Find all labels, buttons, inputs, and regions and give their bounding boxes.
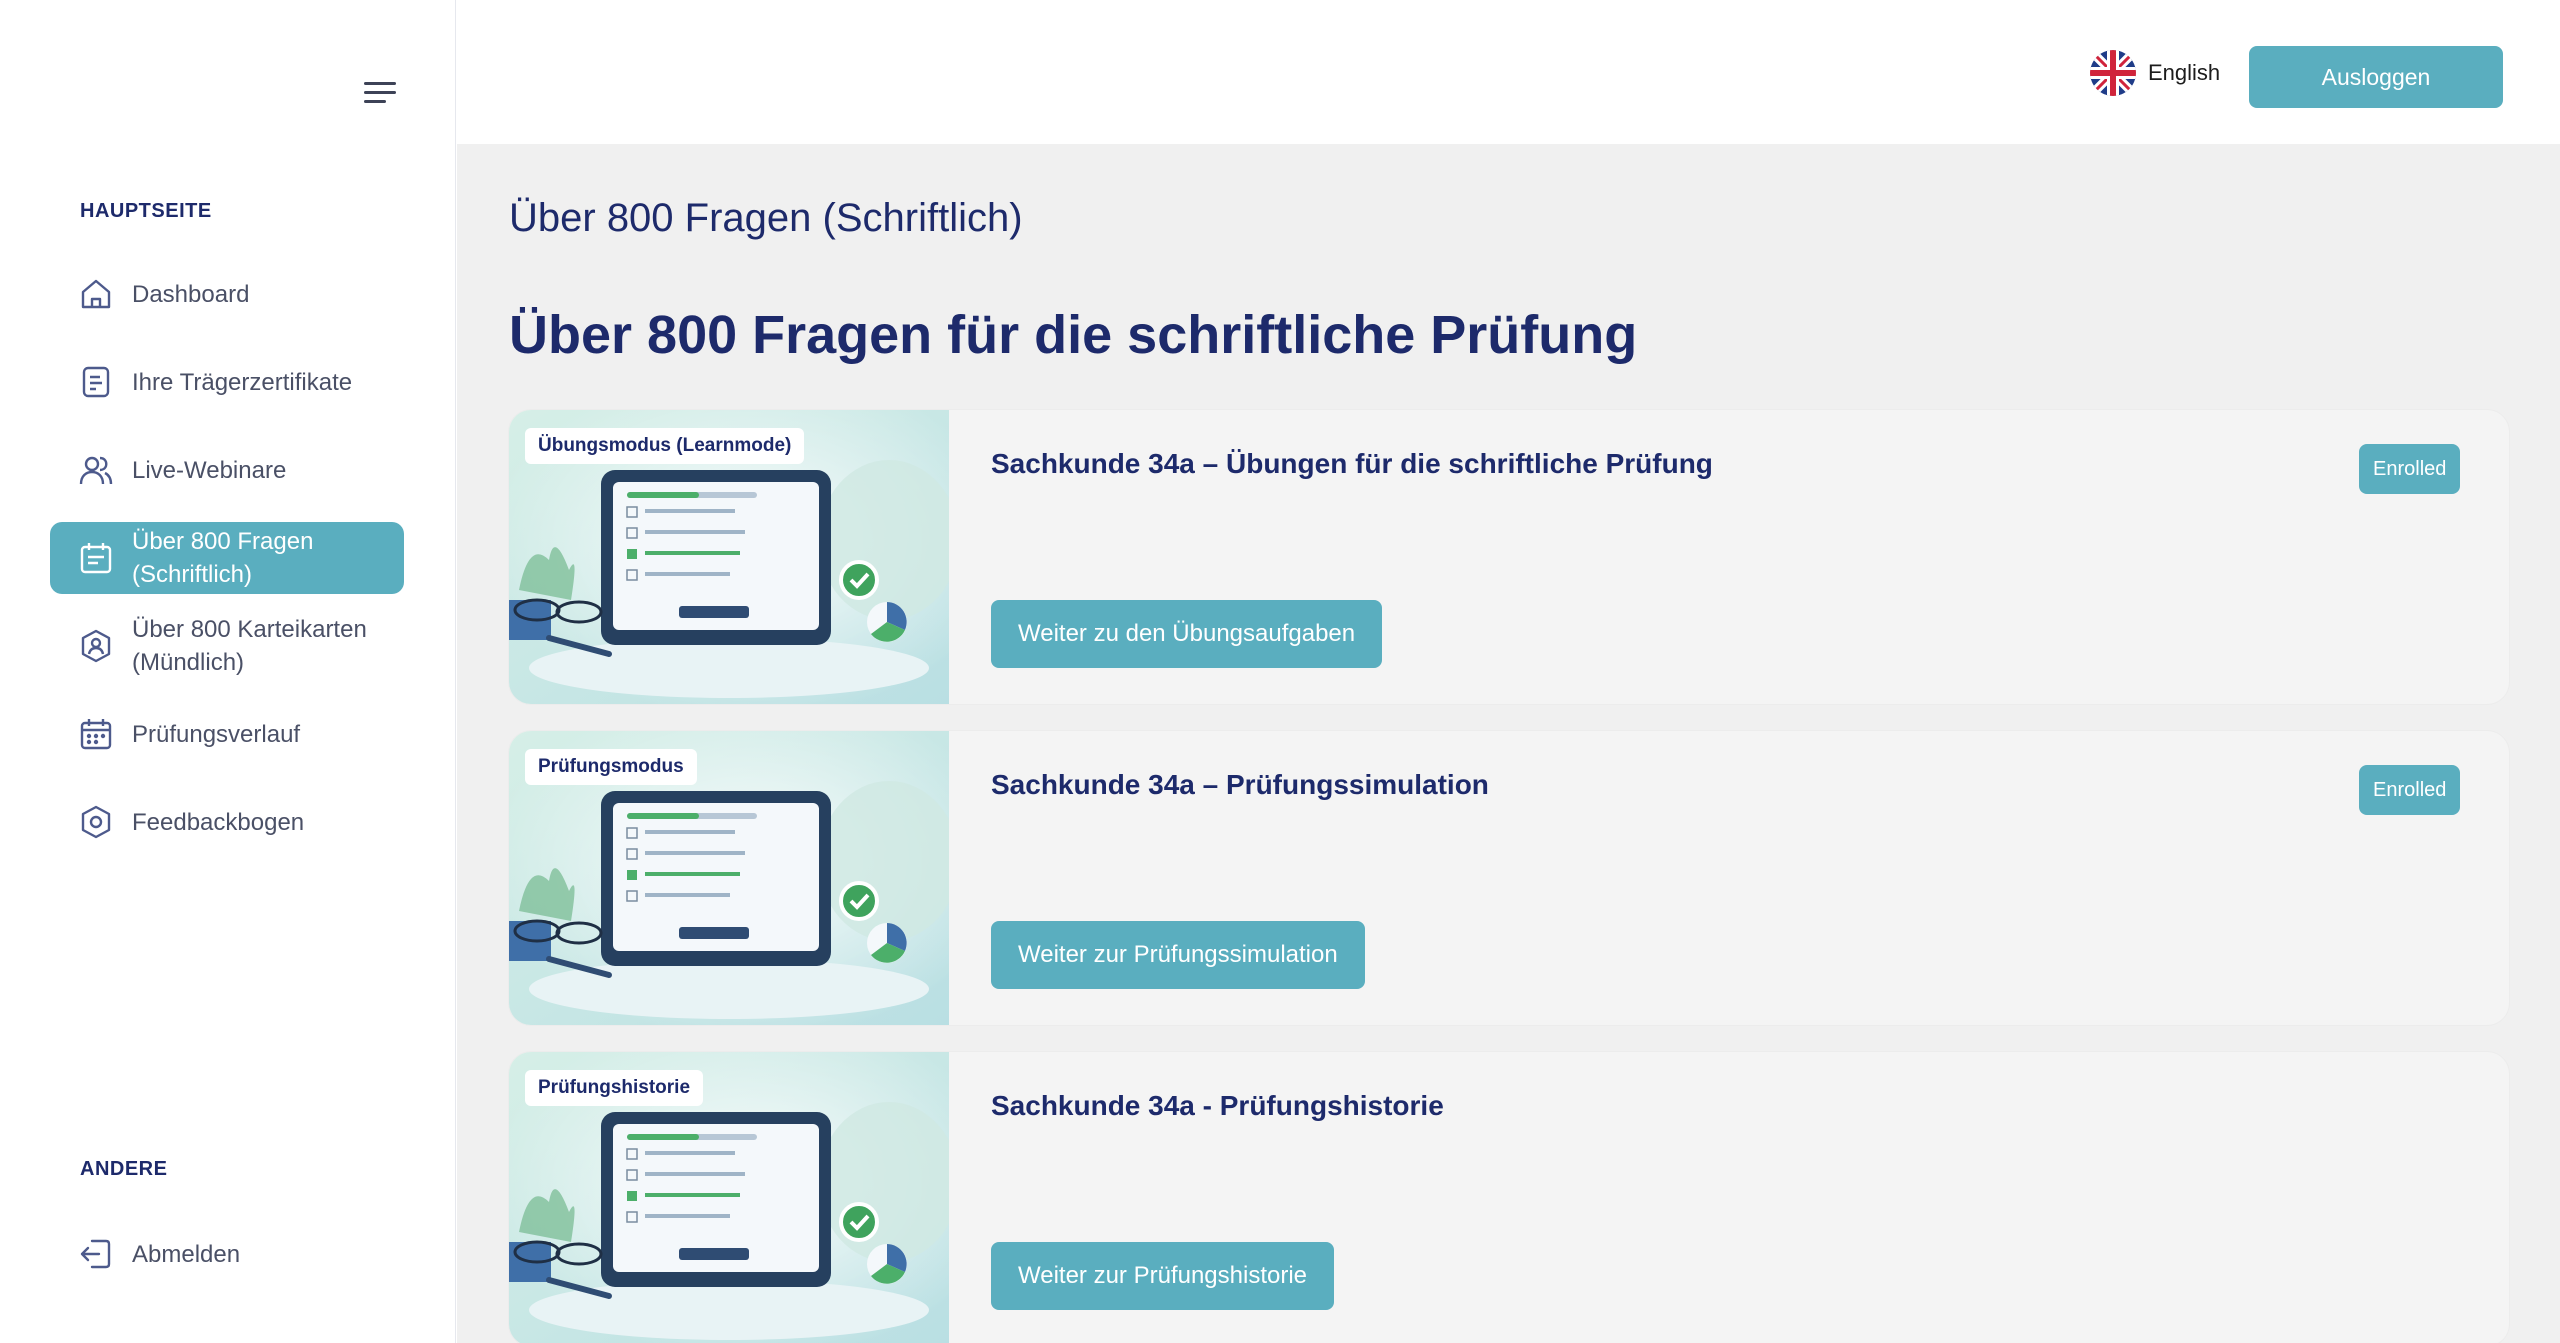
uk-flag-icon [2090,50,2136,96]
flashcards-icon [76,626,116,666]
course-thumbnail: Übungsmodus (Learnmode) [509,410,949,704]
certificate-icon [76,362,116,402]
thumbnail-label: Übungsmodus (Learnmode) [525,428,805,464]
sidebar-item-label: Abmelden [132,1240,241,1268]
course-card-practice: Übungsmodus (Learnmode) Sachkunde 34a – … [509,410,2509,704]
main-content: Über 800 Fragen (Schriftlich) Über 800 F… [457,144,2560,1343]
calendar-icon [76,714,116,754]
card-title: Sachkunde 34a - Prüfungshistorie [991,1090,1444,1121]
feedback-icon [76,802,116,842]
sidebar: HAUPTSEITE Dashboard Ihre Trägerzertifik… [0,0,456,1343]
section-title-main: HAUPTSEITE [80,200,212,222]
sidebar-item-webinars[interactable]: Live-Webinare [50,434,404,506]
breadcrumb: Über 800 Fragen (Schriftlich) [509,196,1023,240]
thumbnail-label: Prüfungsmodus [525,749,697,785]
home-icon [76,274,116,314]
section-title-other: ANDERE [80,1158,168,1180]
course-thumbnail: Prüfungsmodus [509,731,949,1025]
sidebar-item-feedback[interactable]: Feedbackbogen [50,786,404,858]
thumbnail-label: Prüfungshistorie [525,1070,704,1106]
enrolled-badge: Enrolled [2359,444,2461,494]
continue-history-button[interactable]: Weiter zur Prüfungshistorie [991,1242,1335,1310]
sidebar-item-dashboard[interactable]: Dashboard [50,258,404,330]
sidebar-item-label: Ihre Trägerzertifikate [132,368,353,396]
menu-toggle-icon[interactable] [360,78,400,108]
sidebar-item-label: Prüfungsverlauf [132,720,301,748]
sidebar-item-questions[interactable]: Über 800 Fragen (Schriftlich) [50,522,404,594]
logout-button[interactable]: Ausloggen [2249,46,2503,108]
sidebar-item-label: Live-Webinare [132,456,287,484]
card-title: Sachkunde 34a – Prüfungssimulation [991,769,1489,800]
sidebar-item-label: Feedbackbogen [132,808,305,836]
sidebar-item-label: Über 800 Karteikarten (Mündlich) [132,616,367,676]
sidebar-item-flashcards[interactable]: Über 800 Karteikarten (Mündlich) [50,610,404,682]
language-label: English [2148,60,2221,85]
sidebar-item-logout[interactable]: Abmelden [50,1218,404,1290]
logout-icon [76,1234,116,1274]
continue-practice-button[interactable]: Weiter zu den Übungsaufgaben [991,600,1383,668]
users-icon [76,450,116,490]
page-title: Über 800 Fragen für die schriftliche Prü… [509,305,1638,365]
course-card-simulation: Prüfungsmodus Sachkunde 34a – Prüfungssi… [509,731,2509,1025]
continue-simulation-button[interactable]: Weiter zur Prüfungssimulation [991,921,1365,989]
sidebar-item-exam-history[interactable]: Prüfungsverlauf [50,698,404,770]
language-selector[interactable]: English [2090,50,2220,96]
sidebar-item-certificates[interactable]: Ihre Trägerzertifikate [50,346,404,418]
course-thumbnail: Prüfungshistorie [509,1052,949,1343]
course-card-history: Prüfungshistorie Sachkunde 34a - Prüfung… [509,1052,2509,1343]
sidebar-item-label: Über 800 Fragen (Schriftlich) [132,528,314,588]
sidebar-item-label: Dashboard [132,280,250,308]
enrolled-badge: Enrolled [2359,765,2461,815]
questions-icon [76,538,116,578]
card-title: Sachkunde 34a – Übungen für die schriftl… [991,448,1713,479]
top-bar: English Ausloggen [457,0,2560,144]
